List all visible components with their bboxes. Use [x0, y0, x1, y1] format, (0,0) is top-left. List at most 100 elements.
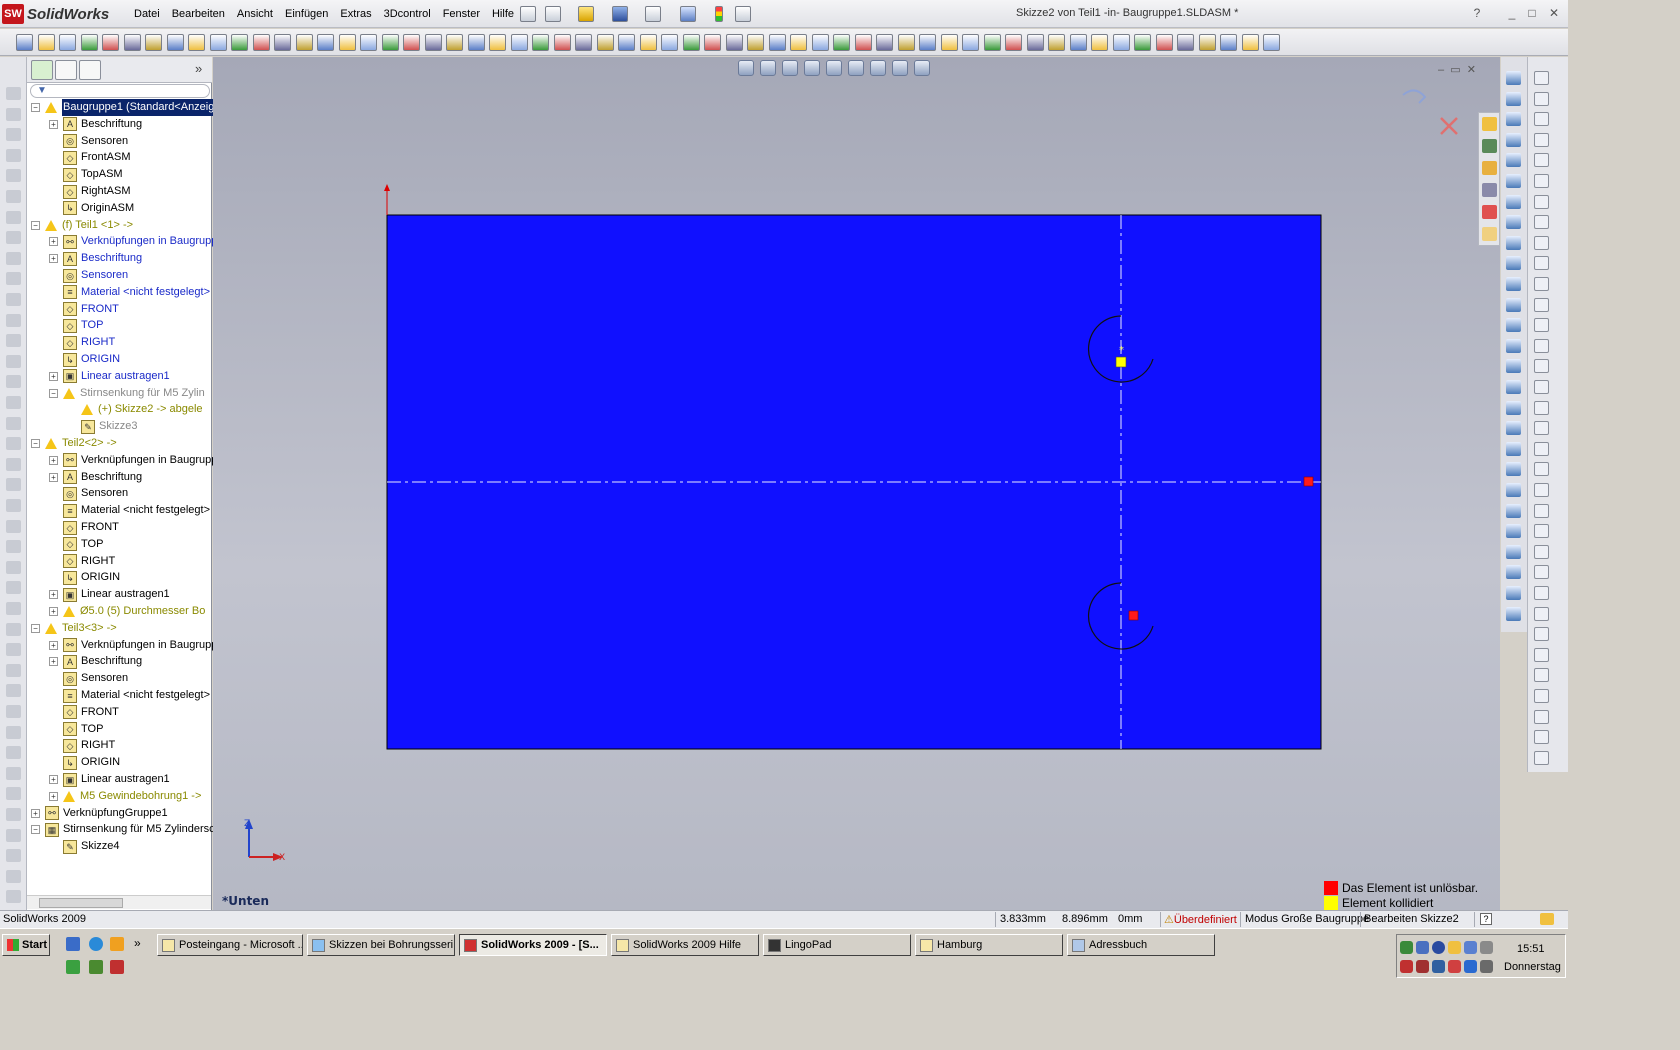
sketch-entity-tool-icon[interactable] [1534, 174, 1549, 188]
toolbar-command-icon[interactable] [704, 34, 721, 51]
help-icon[interactable]: ? [1470, 6, 1484, 20]
toolbar-command-icon[interactable] [983, 34, 1001, 51]
sketch-tool-icon[interactable] [6, 890, 21, 904]
sketch-entity-tool-icon[interactable] [1534, 441, 1549, 456]
sketch-relation-tool-icon[interactable] [1506, 318, 1521, 333]
invalid-point-marker-right[interactable] [1303, 476, 1314, 487]
feature-tree-row[interactable]: ↳ ORIGIN [49, 569, 120, 586]
sketch-entity-tool-icon[interactable] [1534, 359, 1549, 374]
tree-expander-icon[interactable]: + [49, 119, 58, 129]
sketch-entity-tool-icon[interactable] [1534, 462, 1549, 477]
feature-tree-row[interactable]: ≡ Material <nicht festgelegt> [49, 284, 210, 301]
toolbar-command-icon[interactable] [682, 34, 700, 51]
sketch-relation-tool-icon[interactable] [1506, 359, 1521, 374]
tree-expander-icon[interactable]: + [49, 657, 58, 667]
menu-hilfe[interactable]: Hilfe [486, 5, 520, 23]
toolbar-command-icon[interactable] [467, 34, 485, 51]
sketch-relation-tool-icon[interactable] [1506, 544, 1521, 559]
toolbar-command-icon[interactable] [747, 34, 764, 51]
tab-feature-tree[interactable] [31, 60, 53, 80]
toolbar-command-icon[interactable] [553, 34, 571, 51]
toolbar-command-icon[interactable] [489, 34, 506, 51]
tree-expander-icon[interactable]: + [49, 455, 58, 465]
toolbar-command-icon[interactable] [1069, 34, 1087, 51]
sketch-relation-tool-icon[interactable] [1506, 338, 1521, 353]
conflict-point-marker[interactable] [1115, 356, 1127, 368]
feature-tree-row[interactable]: ◇ FRONT [49, 301, 119, 318]
sketch-entity-tool-icon[interactable] [1534, 338, 1549, 353]
menu-einfuegen[interactable]: Einfügen [279, 5, 334, 23]
sketch-relation-tool-icon[interactable] [1506, 71, 1521, 85]
feature-tree-row[interactable]: ◇ TopASM [49, 166, 123, 183]
feature-tree-row[interactable]: − Baugruppe1 (Standard<Anzeige [31, 99, 222, 116]
sketch-entity-tool-icon[interactable] [1534, 380, 1549, 394]
feature-tree-row[interactable]: − Stirnsenkung für M5 Zylin [49, 385, 205, 402]
menu-bearbeiten[interactable]: Bearbeiten [166, 5, 231, 23]
show-desktop-icon[interactable] [66, 937, 80, 951]
sketch-entity-tool-icon[interactable] [1534, 627, 1549, 642]
feature-tree-row[interactable]: + ▣ Linear austragen1 [49, 368, 170, 385]
toolbar-command-icon[interactable] [618, 34, 635, 51]
print-icon[interactable] [645, 6, 661, 22]
feature-tree-row[interactable]: (+) Skizze2 -> abgele [67, 401, 203, 418]
feature-tree-row[interactable]: ◇ RightASM [49, 183, 131, 200]
taskbar-button-outlook[interactable]: Posteingang - Microsoft ... [157, 934, 303, 956]
tray-sync-icon[interactable] [1432, 960, 1445, 973]
toolbar-command-icon[interactable] [962, 34, 979, 51]
taskbar-button-lingopad[interactable]: LingoPad [763, 934, 911, 956]
tray-network-icon[interactable] [1416, 941, 1429, 954]
feature-tree-row[interactable]: ◎ Sensoren [49, 670, 128, 687]
toolbar-command-icon[interactable] [1091, 34, 1108, 51]
toolbar-command-icon[interactable] [1112, 34, 1130, 51]
tree-expander-icon[interactable]: + [49, 775, 58, 784]
sketch-tool-icon[interactable] [6, 869, 21, 883]
tray-security-icon[interactable] [1448, 941, 1461, 954]
task-pane-tab-icon[interactable] [1482, 117, 1497, 131]
sketch-tool-icon[interactable] [6, 499, 21, 512]
exit-sketch-icon[interactable] [1402, 89, 1427, 104]
feature-tree-row[interactable]: + ▣ Linear austragen1 [49, 771, 170, 788]
menu-extras[interactable]: Extras [334, 5, 377, 23]
tray-bluetooth-icon[interactable] [1464, 960, 1477, 973]
menu-3dcontrol[interactable]: 3Dcontrol [378, 5, 437, 23]
toolbar-command-icon[interactable] [833, 34, 850, 51]
sketch-entity-tool-icon[interactable] [1534, 750, 1549, 765]
feature-tree-row[interactable]: ◇ FRONT [49, 519, 119, 536]
menu-fenster[interactable]: Fenster [437, 5, 486, 23]
sketch-relation-tool-icon[interactable] [1506, 112, 1521, 127]
feature-tree-row[interactable]: ≡ Material <nicht festgelegt> [49, 687, 210, 704]
toolbar-command-icon[interactable] [37, 34, 55, 51]
sketch-entity-tool-icon[interactable] [1534, 400, 1549, 415]
sketch-relation-tool-icon[interactable] [1506, 421, 1521, 436]
tray-alert-icon[interactable] [1448, 960, 1461, 973]
menu-ansicht[interactable]: Ansicht [231, 5, 279, 23]
new-document-icon[interactable] [545, 6, 561, 22]
sketch-tool-icon[interactable] [6, 128, 21, 142]
graphics-area[interactable]: * Z X – ▭ ✕ *Unten Das Element ist unlös… [213, 57, 1500, 910]
sketch-tool-icon[interactable] [6, 251, 21, 265]
feature-tree-row[interactable]: − Teil3<3> -> [31, 620, 117, 637]
toolbar-command-icon[interactable] [145, 34, 162, 51]
sketch-entity-tool-icon[interactable] [1534, 503, 1549, 518]
sketch-entity-tool-icon[interactable] [1534, 709, 1549, 724]
sketch-entity-tool-icon[interactable] [1534, 565, 1549, 580]
sketch-tool-icon[interactable] [6, 663, 21, 677]
feature-tree-row[interactable]: + A Beschriftung [49, 653, 142, 670]
feature-tree-row[interactable]: ◇ RIGHT [49, 553, 115, 570]
toolbar-command-icon[interactable] [252, 34, 270, 51]
open-folder-icon[interactable] [578, 6, 594, 22]
task-pane-tab-icon[interactable] [1482, 139, 1497, 153]
toolbar-command-icon[interactable] [532, 34, 549, 51]
sketch-entity-tool-icon[interactable] [1534, 689, 1549, 703]
options-icon[interactable] [735, 6, 751, 22]
toolbar-command-icon[interactable] [102, 34, 119, 51]
sketch-tool-icon[interactable] [6, 581, 21, 595]
sketch-tool-icon[interactable] [6, 478, 21, 492]
status-overdefined[interactable]: ⚠Überdefiniert [1164, 913, 1237, 926]
sketch-tool-icon[interactable] [6, 808, 21, 821]
solidworks-logo[interactable]: SW SolidWorks [2, 3, 120, 25]
toolbar-command-icon[interactable] [1177, 34, 1194, 51]
quicklaunch-more-icon[interactable]: » [134, 936, 141, 950]
sketch-entity-tool-icon[interactable] [1534, 668, 1549, 683]
feature-tree-row[interactable]: ◇ RIGHT [49, 334, 115, 351]
